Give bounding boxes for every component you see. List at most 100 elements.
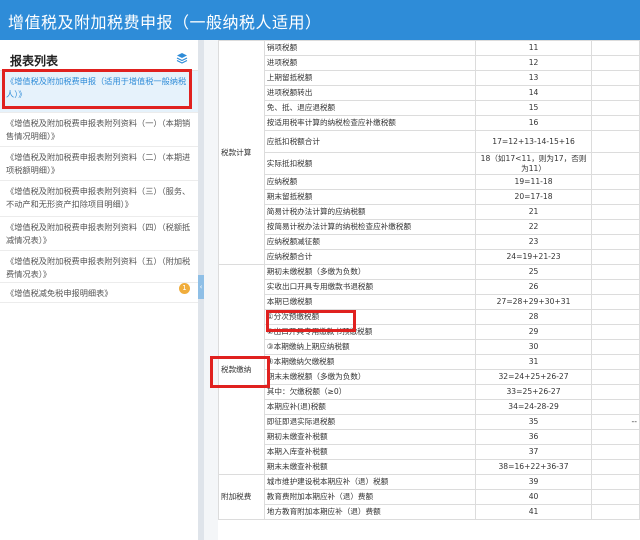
tax-return-table: 税款计算 销项税额 11 进项税额 12 上期留抵税额 13 进项税额转出 14…: [218, 40, 640, 520]
row-extra: [591, 189, 640, 205]
row-name: 实收出口开具专用缴款书退税额: [263, 279, 476, 295]
row-name: 应抵扣税额合计: [263, 130, 476, 153]
row-number: 12: [474, 55, 593, 71]
table-row: 即征即退实际退税额 35 --: [219, 414, 640, 430]
row-extra: [591, 309, 640, 325]
table-row: 实收出口开具专用缴款书退税额 26: [219, 279, 640, 295]
row-name: 本期应补(退)税额: [263, 399, 476, 415]
row-extra: [591, 219, 640, 235]
row-name: 应纳税额减征额: [263, 234, 476, 250]
row-number: 15: [474, 100, 593, 116]
row-name: 即征即退实际退税额: [263, 414, 476, 430]
row-extra: [591, 474, 640, 490]
row-extra: [591, 130, 640, 153]
row-name: 按简易计税办法计算的纳税检查应补缴税额: [263, 219, 476, 235]
table-row: 地方教育附加本期应补（退）费额 41: [219, 504, 640, 520]
table-row: ④本期缴纳欠缴税额 31: [219, 354, 640, 370]
row-number: 25: [474, 264, 593, 280]
table-row: 进项税额 12: [219, 55, 640, 71]
row-name: 教育费附加本期应补（退）费额: [263, 489, 476, 505]
row-name: 期初未缴税额（多缴为负数）: [263, 264, 476, 280]
row-name: 地方教育附加本期应补（退）费额: [263, 504, 476, 520]
table-row: 应纳税额 19=11-18: [219, 174, 640, 190]
row-extra: [591, 294, 640, 310]
row-extra: [591, 174, 640, 190]
table-row: ③本期缴纳上期应纳税额 30: [219, 339, 640, 355]
row-number: 37: [474, 444, 593, 460]
table-row: 期末未缴税额（多缴为负数） 32=24+25+26-27: [219, 369, 640, 385]
table-row: 教育费附加本期应补（退）费额 40: [219, 489, 640, 505]
row-number: 18（如17<11，则为17，否则为11）: [474, 152, 593, 175]
app-header: 增值税及附加税费申报（一般纳税人适用）: [0, 0, 640, 40]
row-number: 22: [474, 219, 593, 235]
row-number: 24=19+21-23: [474, 249, 593, 265]
row-name: 本期已缴税额: [263, 294, 476, 310]
row-extra: [591, 152, 640, 175]
row-number: 20=17-18: [474, 189, 593, 205]
sidebar-item-label: 《增值税及附加税费申报表附列资料（一）（本期销售情况明细）》: [6, 118, 191, 141]
row-name: 简易计税办法计算的应纳税额: [263, 204, 476, 220]
row-extra: [591, 40, 640, 56]
sidebar-title: 报表列表: [10, 54, 59, 68]
row-extra: [591, 504, 640, 520]
row-number: 14: [474, 85, 593, 101]
row-extra: [591, 384, 640, 400]
sidebar-item-schedule-3[interactable]: 《增值税及附加税费申报表附列资料（三）（服务、不动产和无形资产扣除项目明细）》: [0, 181, 198, 217]
sidebar-item-label: 《增值税及附加税费申报表附列资料（二）（本期进项税额明细）》: [6, 152, 191, 175]
sidebar-item-schedule-2[interactable]: 《增值税及附加税费申报表附列资料（二）（本期进项税额明细）》: [0, 147, 198, 181]
row-number: 26: [474, 279, 593, 295]
row-number: 28: [474, 309, 593, 325]
row-number: 30: [474, 339, 593, 355]
sidebar-item-label: 《增值税及附加税费申报表附列资料（五）（附加税费情况表）》: [6, 256, 191, 279]
row-extra: [591, 489, 640, 505]
row-extra: [591, 369, 640, 385]
row-number: 32=24+25+26-27: [474, 369, 593, 385]
table-row: 上期留抵税额 13: [219, 70, 640, 86]
table-row: 免、抵、退应退税额 15: [219, 100, 640, 116]
row-extra: [591, 70, 640, 86]
row-extra: [591, 100, 640, 116]
row-extra: [591, 279, 640, 295]
row-name: 进项税额: [263, 55, 476, 71]
layers-icon[interactable]: [176, 52, 188, 64]
row-extra: [591, 444, 640, 460]
row-number: 16: [474, 115, 593, 131]
table-row: 附加税费 城市维护建设税本期应补（退）税额 39: [218, 474, 640, 520]
table-row: 按适用税率计算的纳税检查应补缴税额 16: [219, 115, 640, 131]
table-row: 应纳税额合计 24=19+21-23: [219, 249, 640, 265]
row-number: 41: [474, 504, 593, 520]
table-row: 本期已缴税额 27=28+29+30+31: [219, 294, 640, 310]
row-name: 应纳税额合计: [263, 249, 476, 265]
row-number: 34=24-28-29: [474, 399, 593, 415]
row-extra: [591, 324, 640, 340]
sidebar-item-exemption[interactable]: 《增值税减免税申报明细表》: [0, 283, 198, 303]
table-row: 期末留抵税额 20=17-18: [219, 189, 640, 205]
sidebar-item-schedule-5[interactable]: 《增值税及附加税费申报表附列资料（五）（附加税费情况表）》: [0, 251, 198, 283]
row-number: 27=28+29+30+31: [474, 294, 593, 310]
row-name: 期末未缴查补税额: [263, 459, 476, 475]
row-number: 29: [474, 324, 593, 340]
row-number: 23: [474, 234, 593, 250]
table-row: 进项税额转出 14: [219, 85, 640, 101]
row-name: 城市维护建设税本期应补（退）税额: [263, 474, 476, 490]
table-row: 按简易计税办法计算的纳税检查应补缴税额 22: [219, 219, 640, 235]
table-row: 期末未缴查补税额 38=16+22+36-37: [219, 459, 640, 475]
page-title: 增值税及附加税费申报（一般纳税人适用）: [8, 13, 322, 32]
sidebar-item-label: 《增值税及附加税费申报表附列资料（三）（服务、不动产和无形资产扣除项目明细）》: [6, 186, 191, 209]
row-name: 上期留抵税额: [263, 70, 476, 86]
row-name: 销项税额: [263, 40, 476, 56]
row-name: 期末未缴税额（多缴为负数）: [263, 369, 476, 385]
row-name: 本期入库查补税额: [263, 444, 476, 460]
table-row: 本期应补(退)税额 34=24-28-29: [219, 399, 640, 415]
sidebar-item-schedule-4[interactable]: 《增值税及附加税费申报表附列资料（四）（税额抵减情况表）》: [0, 217, 198, 251]
row-number: 11: [474, 40, 593, 56]
sidebar-item-schedule-1[interactable]: 《增值税及附加税费申报表附列资料（一）（本期销售情况明细）》: [0, 113, 198, 147]
row-number: 31: [474, 354, 593, 370]
row-number: 35: [474, 414, 593, 430]
table-row: 税款计算 销项税额 11: [218, 40, 640, 265]
row-name: 期末留抵税额: [263, 189, 476, 205]
category-surcharge: 附加税费: [218, 474, 265, 520]
sidebar-item-label: 《增值税减免税申报明细表》: [6, 288, 113, 298]
report-list-sidebar: 报表列表 《增值税及附加税费申报（适用于增值税一般纳税人）》 《增值税及附加税费…: [0, 40, 198, 540]
table-row: 期初未缴查补税额 36: [219, 429, 640, 445]
